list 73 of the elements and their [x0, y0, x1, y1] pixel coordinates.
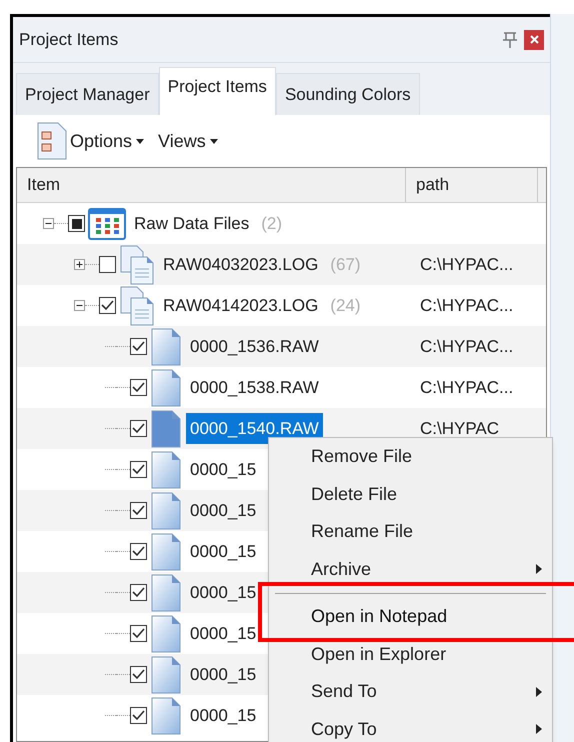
checkbox[interactable]: [99, 256, 116, 273]
document-icon: [150, 532, 182, 570]
menu-item[interactable]: Send To: [269, 680, 552, 704]
menu-item[interactable]: Copy To: [269, 717, 552, 742]
close-button[interactable]: [524, 30, 544, 50]
tree-item-label[interactable]: 0000_15: [186, 494, 260, 526]
path-cell-text: C:\HYPAC...: [419, 254, 514, 276]
item-count: (2): [261, 212, 282, 235]
path-cell-text: C:\HYPAC...: [419, 294, 514, 317]
checkbox[interactable]: [130, 625, 147, 642]
submenu-arrow-icon: [536, 564, 542, 574]
grid-icon: [88, 208, 126, 240]
tab[interactable]: Project Manager: [16, 73, 159, 115]
tree-item-label[interactable]: 0000_15: [186, 658, 260, 690]
checkbox[interactable]: [99, 297, 116, 314]
checkbox[interactable]: [130, 584, 147, 601]
path-cell-text: C:\HYPAC...: [419, 376, 514, 399]
checkbox[interactable]: [130, 502, 147, 519]
close-icon: [530, 35, 538, 44]
menu-item[interactable]: Rename File: [269, 520, 552, 544]
document-icon: [150, 656, 182, 694]
views-menu-button[interactable]: Views: [158, 128, 218, 154]
tab[interactable]: Project Items: [158, 67, 276, 115]
document-icon: [150, 492, 182, 530]
collapse-icon[interactable]: [74, 300, 85, 311]
checkbox[interactable]: [130, 461, 147, 478]
document-icon: [150, 328, 182, 366]
tree-item-label[interactable]: 0000_15: [186, 454, 260, 486]
submenu-arrow-icon: [536, 724, 542, 734]
tree-item-label[interactable]: 0000_1538.RAW: [186, 372, 323, 404]
menu-item[interactable]: Delete File: [269, 482, 552, 506]
caret-icon: [136, 138, 144, 144]
tree-item-label[interactable]: 0000_1536.RAW: [186, 330, 323, 362]
tab[interactable]: Sounding Colors: [276, 73, 420, 115]
tree-item-label[interactable]: 0000_15: [186, 618, 260, 650]
tree-item-label[interactable]: 0000_1540.RAW: [186, 412, 323, 444]
menu-item[interactable]: Remove File: [269, 444, 552, 469]
document-icon: [150, 410, 182, 448]
tree-item-label[interactable]: RAW04032023.LOG: [159, 248, 322, 280]
menu-item[interactable]: Open in Explorer: [269, 642, 552, 666]
tree-item-label[interactable]: 0000_15: [186, 576, 260, 608]
item-count: (24): [330, 294, 361, 317]
submenu-arrow-icon: [536, 686, 542, 697]
checkbox[interactable]: [68, 215, 85, 232]
options-menu-button[interactable]: Options: [36, 122, 144, 160]
pin-icon[interactable]: [502, 30, 518, 48]
item-count: (67): [330, 254, 361, 276]
expand-icon[interactable]: [74, 259, 85, 270]
panel-title: Project Items: [19, 28, 118, 51]
column-header[interactable]: path: [406, 168, 538, 202]
tree-item-label[interactable]: 0000_15: [186, 536, 260, 568]
tree-item-label[interactable]: 0000_15: [186, 700, 260, 732]
menu-item[interactable]: Archive: [269, 557, 552, 582]
checkbox[interactable]: [130, 379, 147, 396]
document-icon: [150, 574, 182, 612]
document-icon: [150, 614, 182, 652]
tree-item-label[interactable]: Raw Data Files: [130, 208, 254, 240]
menu-item[interactable]: Open in Notepad: [269, 604, 552, 629]
path-cell-text: C:\HYPAC: [419, 418, 500, 440]
path-cell-text: C:\HYPAC...: [419, 336, 514, 358]
tree-item-label[interactable]: RAW04142023.LOG: [159, 290, 322, 322]
document-icon: [150, 696, 182, 734]
document-icon: [150, 450, 182, 488]
checkbox[interactable]: [130, 666, 147, 683]
checkbox[interactable]: [130, 338, 147, 355]
caret-icon: [210, 138, 218, 144]
checkbox[interactable]: [130, 707, 147, 724]
document-icon: [150, 368, 182, 406]
column-header[interactable]: Item: [17, 168, 406, 202]
checklist-icon: [36, 122, 68, 160]
checkbox[interactable]: [130, 420, 147, 437]
checkbox[interactable]: [130, 543, 147, 560]
collapse-icon[interactable]: [43, 218, 54, 229]
